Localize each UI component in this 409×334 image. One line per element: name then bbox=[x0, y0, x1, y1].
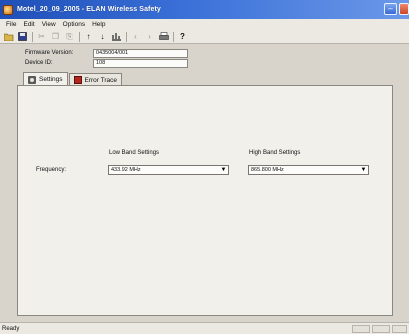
toolbar-separator bbox=[32, 31, 33, 42]
low-band-frequency-select[interactable]: 433.92 MHz ▼ bbox=[108, 165, 229, 175]
toolbar-separator bbox=[173, 31, 174, 42]
menu-options[interactable]: Options bbox=[60, 21, 88, 28]
menu-bar: File Edit View Options Help bbox=[0, 19, 409, 30]
tab-strip: Settings Error Trace bbox=[23, 72, 123, 86]
menu-edit[interactable]: Edit bbox=[20, 21, 37, 28]
settings-icon bbox=[28, 75, 36, 84]
menu-file[interactable]: File bbox=[3, 21, 19, 28]
minimize-button[interactable]: – bbox=[384, 3, 397, 15]
status-pane bbox=[352, 325, 370, 333]
window-title: Motel_20_09_2005 - ELAN Wireless Safety bbox=[17, 6, 161, 13]
high-band-frequency-value: 865.800 MHz bbox=[251, 167, 284, 173]
firmware-version-label: Firmware Version: bbox=[25, 50, 74, 56]
low-band-heading: Low Band Settings bbox=[109, 150, 160, 156]
open-icon[interactable] bbox=[3, 31, 14, 42]
close-button[interactable] bbox=[399, 3, 409, 15]
settings-panel bbox=[17, 85, 393, 316]
title-bar[interactable]: Motel_20_09_2005 - ELAN Wireless Safety … bbox=[0, 0, 409, 19]
paste-icon[interactable]: ⎘ bbox=[64, 31, 75, 42]
tab-settings-label: Settings bbox=[39, 76, 63, 83]
chevron-down-icon[interactable]: ▼ bbox=[220, 167, 227, 173]
menu-view[interactable]: View bbox=[39, 21, 59, 28]
status-pane bbox=[392, 325, 407, 333]
chevron-down-icon[interactable]: ▼ bbox=[360, 167, 367, 173]
tab-settings[interactable]: Settings bbox=[23, 72, 68, 86]
copy-icon[interactable]: ❐ bbox=[50, 31, 61, 42]
status-bar: Ready bbox=[0, 322, 409, 334]
arrow-up-icon[interactable]: ↑ bbox=[83, 31, 94, 42]
device-id-label: Device ID: bbox=[25, 60, 53, 66]
arrow-down-icon[interactable]: ↓ bbox=[97, 31, 108, 42]
cut-icon[interactable]: ✂ bbox=[36, 31, 47, 42]
frequency-label: Frequency: bbox=[36, 167, 67, 173]
toolbar-separator bbox=[79, 31, 80, 42]
status-pane bbox=[372, 325, 390, 333]
app-icon[interactable] bbox=[3, 4, 13, 15]
high-band-heading: High Band Settings bbox=[249, 150, 301, 156]
high-band-frequency-select[interactable]: 865.800 MHz ▼ bbox=[248, 165, 369, 175]
toolbar: ✂ ❐ ⎘ ↑ ↓ ‹ › ? bbox=[0, 30, 409, 44]
tab-error-trace-label: Error Trace bbox=[84, 76, 118, 84]
menu-help[interactable]: Help bbox=[89, 21, 108, 28]
application-window: Motel_20_09_2005 - ELAN Wireless Safety … bbox=[0, 0, 409, 334]
print-icon[interactable] bbox=[158, 31, 169, 42]
device-id-value: 108 bbox=[93, 59, 188, 68]
help-icon[interactable]: ? bbox=[177, 31, 188, 42]
toolbar-separator bbox=[126, 31, 127, 42]
status-text: Ready bbox=[2, 325, 20, 332]
save-icon[interactable] bbox=[17, 31, 28, 42]
next-icon[interactable]: › bbox=[144, 31, 155, 42]
firmware-version-value: 0435004/001 bbox=[93, 49, 188, 58]
chart-icon[interactable] bbox=[111, 31, 122, 42]
low-band-frequency-value: 433.92 MHz bbox=[111, 167, 141, 173]
error-trace-icon bbox=[73, 76, 82, 84]
previous-icon[interactable]: ‹ bbox=[130, 31, 141, 42]
